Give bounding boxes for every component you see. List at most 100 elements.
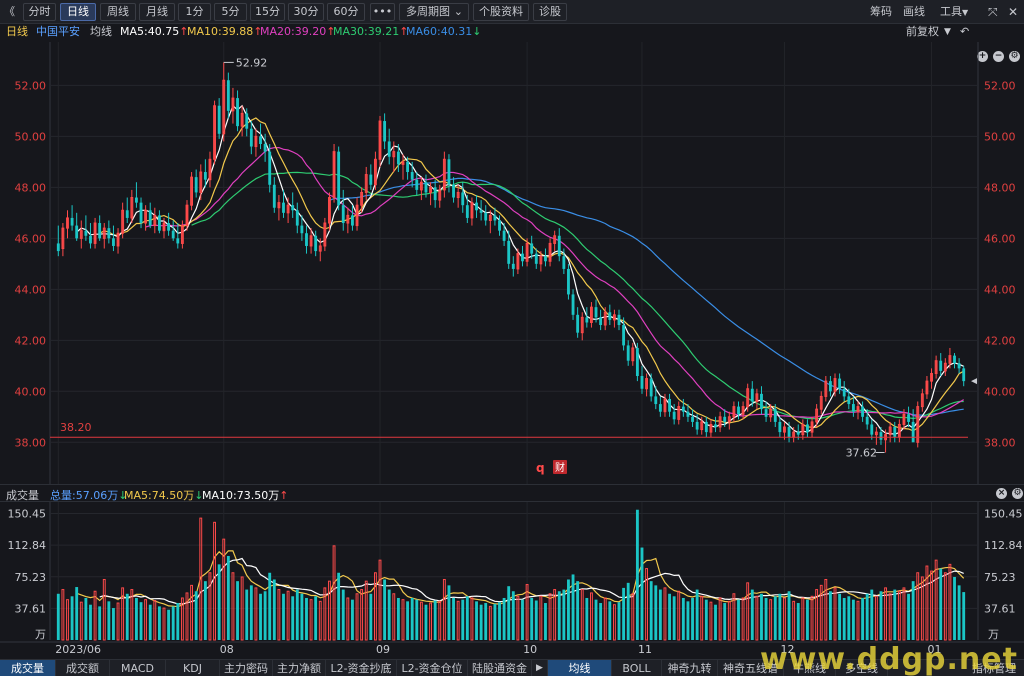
price-tick-label-left: 52.00	[15, 79, 47, 92]
volume-bar-up	[254, 587, 258, 641]
tab-ma[interactable]: 均线	[548, 660, 612, 676]
candle-body-down	[521, 253, 524, 262]
volume-bar-down	[911, 581, 915, 640]
volume-bar-down	[465, 596, 469, 640]
volume-bar-up	[93, 590, 97, 641]
volume-bar-down	[272, 579, 276, 640]
stock-chart-app: 《 分时 日线 周线 月线 1分 5分 15分 30分 60分 ••• 多周期图…	[0, 0, 1024, 676]
volume-bar-down	[511, 591, 515, 640]
volume-bars	[56, 509, 966, 641]
kline-chart[interactable]: 52.00 52.00 50.00 50.00 48.00 48.00 46.00 46.00…	[0, 0, 1024, 676]
volume-bar-down	[475, 601, 478, 640]
volume-bar-up	[727, 600, 731, 641]
volume-bar-up	[190, 584, 194, 641]
candle-body-down	[787, 427, 791, 438]
candle-body-down	[98, 223, 102, 239]
volume-bar-down	[787, 591, 791, 640]
volume-bar-down	[796, 603, 800, 640]
volume-bar-up	[539, 595, 543, 641]
indicator-settings-icon[interactable]: ⚙	[1012, 488, 1023, 499]
volume-bar-down	[112, 608, 115, 640]
candle-body-down	[838, 378, 842, 389]
candle-body-down	[681, 406, 685, 412]
more-tabs-icon[interactable]: ▶	[532, 660, 548, 676]
volume-bar-down	[686, 601, 690, 640]
volume-bar-down	[962, 592, 966, 640]
volume-bar-down	[479, 604, 483, 640]
volume-bar-down	[387, 589, 391, 640]
candle-body-down	[507, 240, 511, 264]
candle-body-down	[396, 151, 400, 165]
volume-tick-label-right: 37.61	[984, 602, 1016, 615]
candle-body-down	[236, 98, 239, 127]
candle-body-down	[484, 212, 488, 221]
volume-bar-up	[66, 599, 69, 641]
volume-bar-down	[530, 597, 534, 640]
volume-bar-up	[144, 599, 148, 641]
candle-body-down	[939, 360, 943, 371]
volume-bar-up	[309, 599, 313, 641]
volume-bar-up	[162, 607, 166, 641]
candle-body-down	[245, 113, 249, 129]
candle-body-down	[249, 128, 253, 147]
volume-bar-up	[948, 563, 952, 641]
candle-body-down	[704, 421, 708, 433]
tab-turnover[interactable]: 成交额	[56, 660, 110, 676]
volume-bar-up	[888, 593, 892, 641]
candle-body-down	[617, 314, 621, 326]
candle-body-down	[962, 368, 966, 382]
tab-l2-bottom[interactable]: L2-资金抄底	[326, 660, 397, 676]
tab-magic-nine[interactable]: 神奇九转	[662, 660, 718, 676]
candle-body-down	[957, 363, 961, 369]
tab-macd[interactable]: MACD	[110, 660, 166, 676]
candle-body-down	[337, 151, 341, 206]
volume-bar-up	[208, 572, 212, 641]
tab-kdj[interactable]: KDJ	[166, 660, 220, 676]
volume-bar-up	[516, 595, 520, 641]
volume-bar-down	[585, 597, 589, 640]
tab-volume[interactable]: 成交量	[0, 660, 56, 676]
candle-body-down	[778, 421, 782, 433]
volume-bar-up	[360, 589, 364, 641]
volume-bar-down	[295, 589, 299, 640]
volume-bar-down	[654, 585, 658, 640]
tab-l2-position[interactable]: L2-资金仓位	[397, 660, 468, 676]
candle-body-down	[654, 396, 658, 405]
volume-bar-down	[828, 591, 832, 640]
volume-bar-down	[410, 597, 414, 640]
tab-boll[interactable]: BOLL	[612, 660, 662, 676]
candle-body-down	[148, 210, 152, 226]
volume-ma5: MA5:74.50万↓	[124, 487, 203, 503]
volume-bar-down	[341, 589, 345, 640]
volume-bar-up	[700, 595, 704, 641]
tab-main-force-code[interactable]: 主力密码	[220, 660, 273, 676]
volume-tick-label-left: 37.61	[15, 602, 47, 615]
volume-bar-down	[498, 602, 501, 640]
tab-main-net[interactable]: 主力净额	[273, 660, 326, 676]
volume-bar-up	[801, 597, 805, 641]
candle-body-down	[534, 253, 538, 264]
price-tick-label-left: 38.00	[15, 436, 47, 449]
volume-bar-up	[442, 578, 446, 641]
candle-body-down	[75, 225, 79, 239]
candle-body-down	[383, 121, 387, 142]
volume-bar-up	[612, 604, 616, 641]
volume-title[interactable]: 成交量	[6, 487, 39, 503]
volume-bar-down	[484, 603, 488, 640]
watermark-text: www.ddgp.net	[760, 642, 1018, 676]
volume-bar-down	[681, 597, 685, 640]
volume-bar-down	[658, 589, 662, 640]
candle-body-down	[870, 424, 874, 435]
volume-bar-down	[148, 604, 152, 640]
volume-tick-label-left: 112.84	[8, 539, 47, 552]
candle-body-down	[585, 317, 589, 323]
volume-bar-up	[401, 599, 405, 641]
volume-bar-down	[493, 603, 497, 640]
volume-bar-down	[953, 576, 956, 640]
volume-bar-down	[842, 597, 846, 640]
tab-northbound[interactable]: 陆股通资金	[468, 660, 532, 676]
volume-bar-down	[544, 603, 547, 640]
candle-body-down	[672, 411, 676, 420]
close-indicator-icon[interactable]: ×	[996, 488, 1007, 499]
volume-bar-up	[286, 590, 290, 641]
